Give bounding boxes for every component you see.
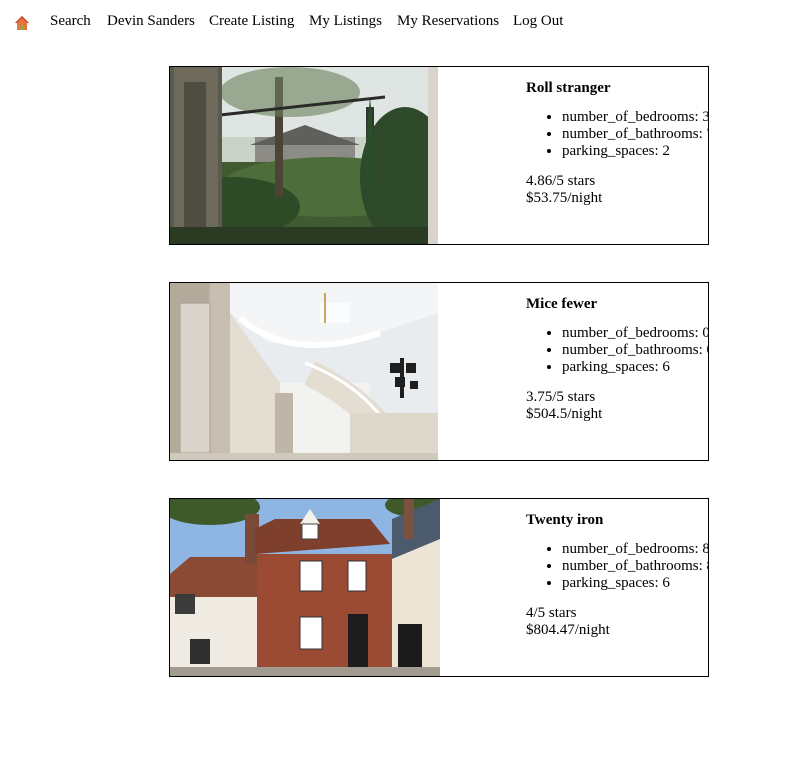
listing-features: number_of_bedrooms: 8 number_of_bathroom… [526,541,708,592]
listing-info: Roll stranger number_of_bedrooms: 3 numb… [526,80,708,207]
listing-card[interactable]: Mice fewer number_of_bedrooms: 0 number_… [169,282,709,461]
listing-features: number_of_bedrooms: 0 number_of_bathroom… [526,325,708,376]
feature-bedrooms: number_of_bedrooms: 0 [562,325,708,342]
nav-profile-link[interactable]: Devin Sanders [107,13,195,30]
listing-price: $53.75/night [526,190,603,206]
feature-bedrooms: number_of_bedrooms: 3 [562,109,708,126]
listing-rating: 4.86/5 stars [526,173,596,189]
nav-search-link[interactable]: Search [50,13,91,30]
feature-parking: parking_spaces: 2 [562,143,708,160]
listing-card[interactable]: Roll stranger number_of_bedrooms: 3 numb… [169,66,709,245]
feature-bathrooms: number_of_bathrooms: 0 [562,342,708,359]
feature-bedrooms: number_of_bedrooms: 8 [562,541,708,558]
feature-parking: parking_spaces: 6 [562,359,708,376]
listing-title: Mice fewer [526,296,598,312]
listing-info: Mice fewer number_of_bedrooms: 0 number_… [526,296,708,423]
listing-features: number_of_bedrooms: 3 number_of_bathroom… [526,109,708,160]
house-icon[interactable] [14,15,30,31]
listing-info: Twenty iron number_of_bedrooms: 8 number… [526,512,708,639]
nav-create-listing-link[interactable]: Create Listing [209,13,294,30]
listing-rating: 4/5 stars [526,605,577,621]
listing-card[interactable]: Twenty iron number_of_bedrooms: 8 number… [169,498,709,677]
listing-title: Twenty iron [526,512,604,528]
nav-my-listings-link[interactable]: My Listings [309,13,382,30]
staircase-interior-photo [170,283,438,460]
top-nav: Search Devin Sanders Create Listing My L… [0,0,801,44]
listing-title: Roll stranger [526,80,611,96]
feature-bathrooms: number_of_bathrooms: 7 [562,126,708,143]
nav-logout-link[interactable]: Log Out [513,13,563,30]
listing-price: $504.5/night [526,406,603,422]
listing-price: $804.47/night [526,622,610,638]
listing-rating: 3.75/5 stars [526,389,596,405]
nav-my-reservations-link[interactable]: My Reservations [397,13,499,30]
feature-bathrooms: number_of_bathrooms: 8 [562,558,708,575]
garden-house-photo [170,67,438,244]
brick-house-photo [170,499,440,676]
feature-parking: parking_spaces: 6 [562,575,708,592]
